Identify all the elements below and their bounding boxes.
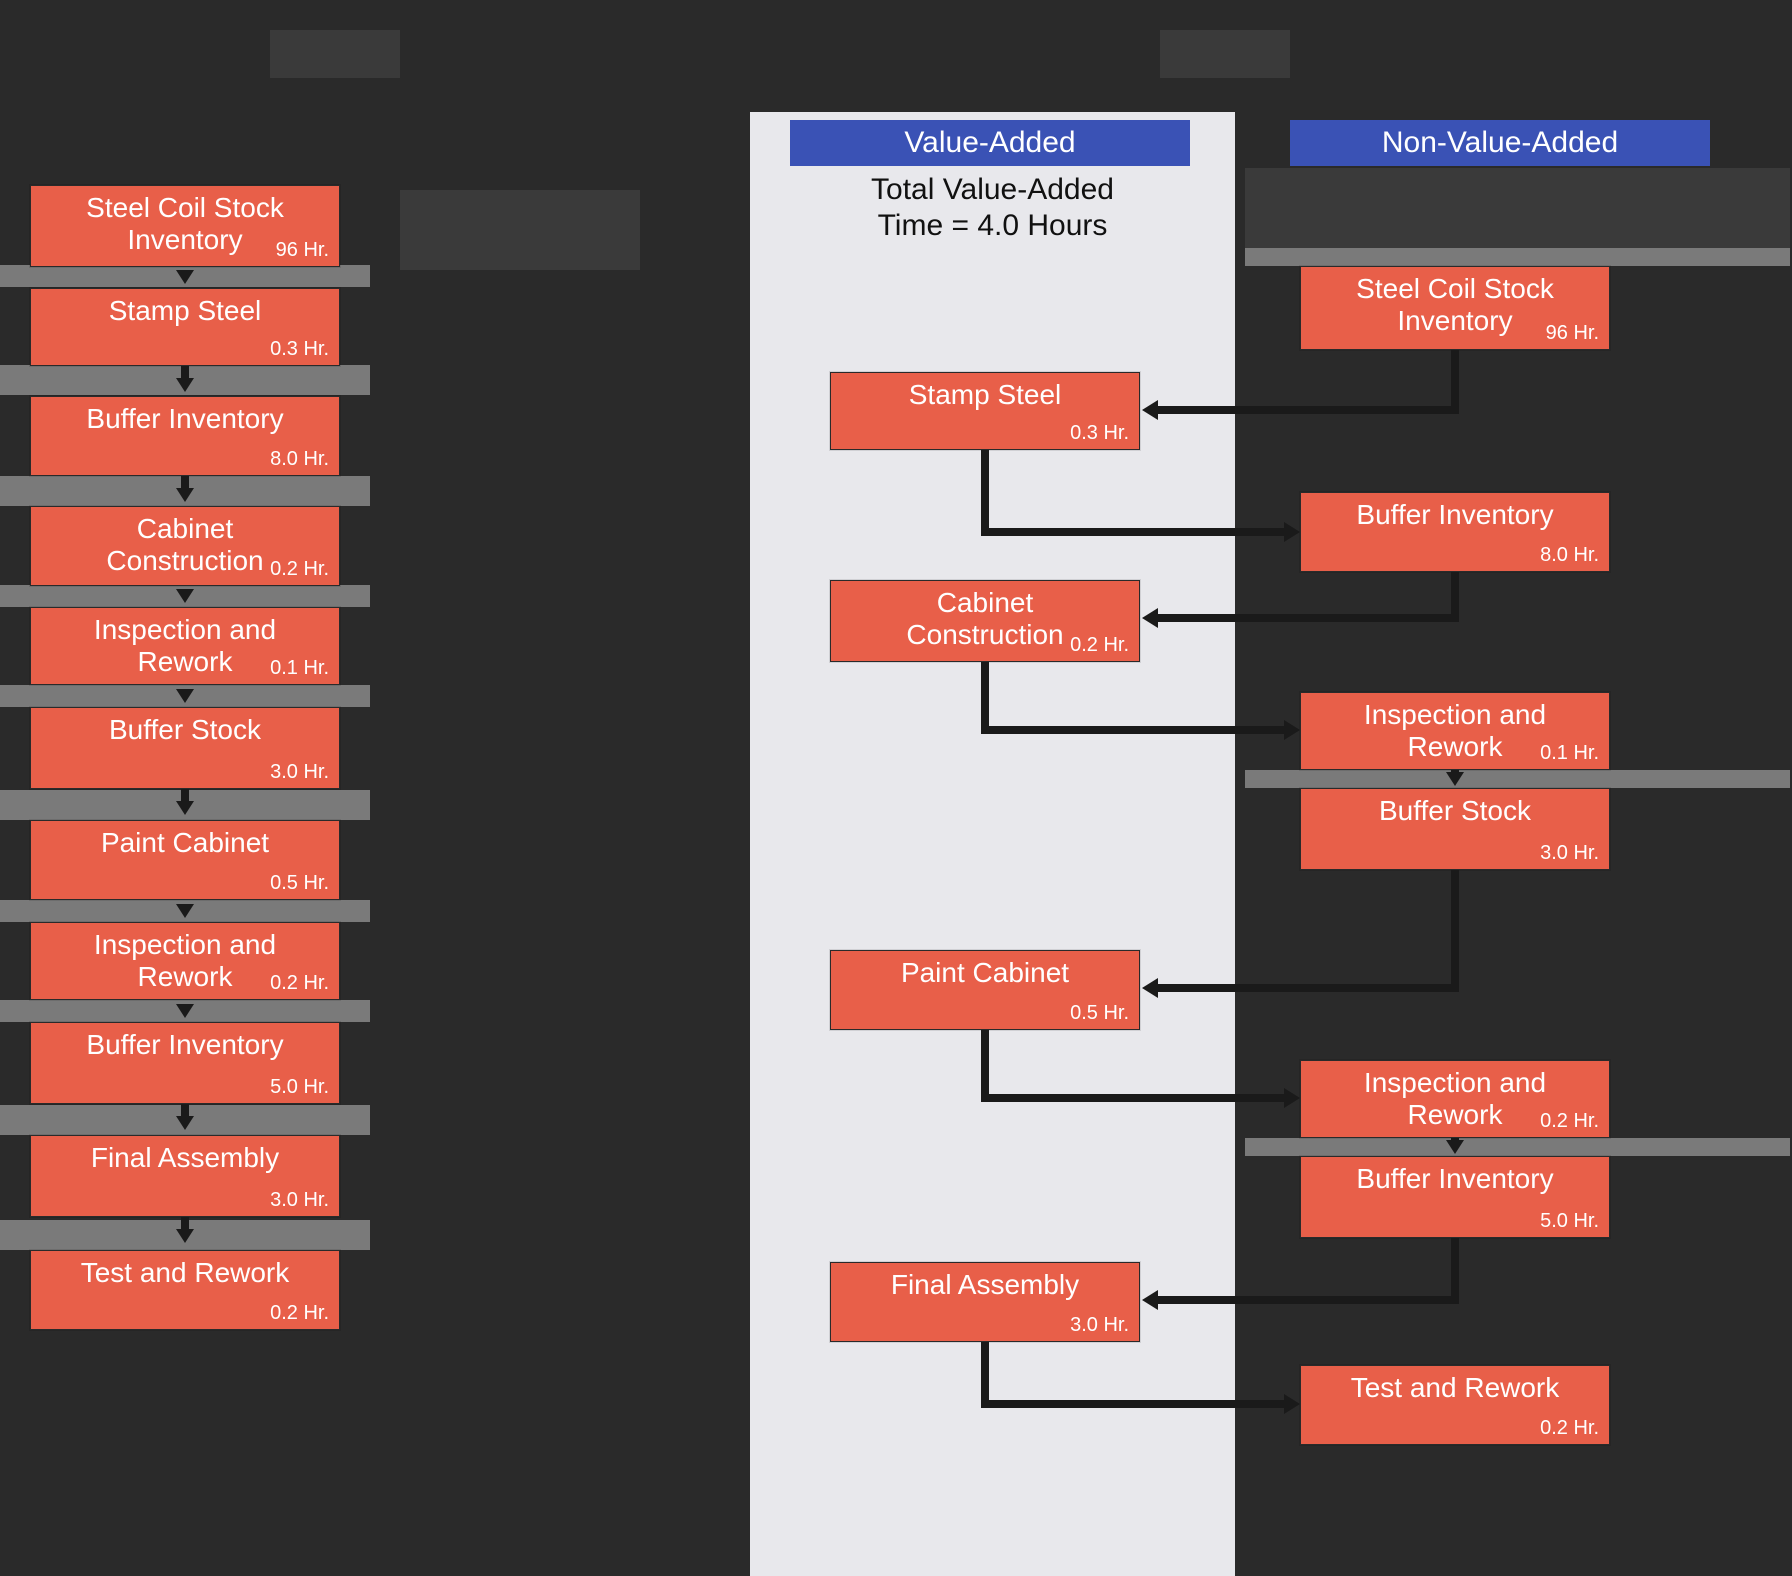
arrow-down-icon (176, 801, 194, 815)
box-duration: 0.3 Hr. (1070, 422, 1129, 445)
nva-total-block (1245, 168, 1790, 248)
redacted-text-block (400, 190, 640, 270)
redacted-label-left (270, 30, 400, 78)
arrow-down-icon (1446, 1140, 1464, 1154)
box-duration: 0.3 Hr. (270, 338, 329, 361)
va-paint-cabinet: Paint Cabinet 0.5 Hr. (830, 950, 1140, 1030)
left-step-steel-coil: Steel Coil StockInventory 96 Hr. (30, 185, 340, 267)
header-label: Non-Value-Added (1382, 126, 1618, 159)
left-step-buffer-inventory-2: Buffer Inventory 5.0 Hr. (30, 1022, 340, 1104)
box-duration: 5.0 Hr. (1540, 1210, 1599, 1233)
nva-test-rework: Test and Rework 0.2 Hr. (1300, 1365, 1610, 1445)
arrow-down-icon (176, 589, 194, 603)
right-gray-band (1245, 248, 1790, 266)
box-title: Paint Cabinet (31, 821, 339, 859)
box-duration: 3.0 Hr. (1070, 1314, 1129, 1337)
box-duration: 8.0 Hr. (270, 448, 329, 471)
box-duration: 5.0 Hr. (270, 1076, 329, 1099)
box-title: Buffer Stock (1301, 789, 1609, 827)
nva-steel-coil: Steel Coil StockInventory 96 Hr. (1300, 266, 1610, 350)
nva-buffer-inventory-1: Buffer Inventory 8.0 Hr. (1300, 492, 1610, 572)
nva-buffer-inventory-2: Buffer Inventory 5.0 Hr. (1300, 1156, 1610, 1238)
arrow-down-icon (176, 904, 194, 918)
arrow-down-icon (176, 1229, 194, 1243)
box-duration: 0.1 Hr. (1540, 742, 1599, 765)
arrow-down-icon (176, 378, 194, 392)
header-non-value-added: Non-Value-Added (1290, 120, 1710, 166)
nva-inspection-1: Inspection andRework 0.1 Hr. (1300, 692, 1610, 770)
value-added-panel: Total Value-Added Time = 4.0 Hours (750, 112, 1235, 1576)
left-step-inspection-2: Inspection andRework 0.2 Hr. (30, 922, 340, 1000)
box-duration: 3.0 Hr. (270, 1189, 329, 1212)
box-duration: 0.2 Hr. (1070, 634, 1129, 657)
arrow-down-icon (1446, 772, 1464, 786)
nva-inspection-2: Inspection andRework 0.2 Hr. (1300, 1060, 1610, 1138)
arrow-down-icon (176, 488, 194, 502)
box-title: Final Assembly (31, 1136, 339, 1174)
arrow-down-icon (176, 270, 194, 284)
box-duration: 0.5 Hr. (270, 872, 329, 895)
arrow-down-icon (176, 1116, 194, 1130)
left-step-test-rework: Test and Rework 0.2 Hr. (30, 1250, 340, 1330)
box-title: Paint Cabinet (831, 951, 1139, 989)
box-duration: 3.0 Hr. (270, 761, 329, 784)
box-title: Buffer Inventory (31, 1023, 339, 1061)
left-step-paint-cabinet: Paint Cabinet 0.5 Hr. (30, 820, 340, 900)
left-step-cabinet-construction: CabinetConstruction 0.2 Hr. (30, 506, 340, 586)
right-gray-band (1245, 1138, 1790, 1156)
box-duration: 96 Hr. (1546, 322, 1599, 345)
va-cabinet-construction: CabinetConstruction 0.2 Hr. (830, 580, 1140, 662)
va-final-assembly: Final Assembly 3.0 Hr. (830, 1262, 1140, 1342)
box-title: Buffer Inventory (1301, 1157, 1609, 1195)
nva-buffer-stock: Buffer Stock 3.0 Hr. (1300, 788, 1610, 870)
va-total-line2: Time = 4.0 Hours (878, 209, 1108, 242)
va-total-line1: Total Value-Added (871, 173, 1114, 206)
box-duration: 0.2 Hr. (1540, 1417, 1599, 1440)
left-step-final-assembly: Final Assembly 3.0 Hr. (30, 1135, 340, 1217)
arrow-down-icon (176, 1004, 194, 1018)
box-duration: 0.2 Hr. (270, 972, 329, 995)
box-title: Stamp Steel (31, 289, 339, 327)
header-value-added: Value-Added (790, 120, 1190, 166)
box-duration: 0.2 Hr. (270, 558, 329, 581)
box-duration: 3.0 Hr. (1540, 842, 1599, 865)
box-title: Test and Rework (31, 1251, 339, 1289)
va-stamp-steel: Stamp Steel 0.3 Hr. (830, 372, 1140, 450)
left-step-stamp-steel: Stamp Steel 0.3 Hr. (30, 288, 340, 366)
box-duration: 8.0 Hr. (1540, 544, 1599, 567)
box-title: Test and Rework (1301, 1366, 1609, 1404)
box-duration: 96 Hr. (276, 239, 329, 262)
box-title: Buffer Stock (31, 708, 339, 746)
arrow-down-icon (176, 689, 194, 703)
box-title: Buffer Inventory (1301, 493, 1609, 531)
box-duration: 0.2 Hr. (270, 1302, 329, 1325)
box-title: Stamp Steel (831, 373, 1139, 411)
box-duration: 0.5 Hr. (1070, 1002, 1129, 1025)
box-title: Final Assembly (831, 1263, 1139, 1301)
diagram-stage: Steel Coil StockInventory 96 Hr. Stamp S… (0, 0, 1792, 1576)
box-duration: 0.2 Hr. (1540, 1110, 1599, 1133)
left-step-buffer-stock: Buffer Stock 3.0 Hr. (30, 707, 340, 789)
box-title: Buffer Inventory (31, 397, 339, 435)
right-gray-band (1245, 770, 1790, 788)
header-label: Value-Added (904, 126, 1075, 159)
redacted-label-right (1160, 30, 1290, 78)
box-duration: 0.1 Hr. (270, 657, 329, 680)
left-step-buffer-inventory-1: Buffer Inventory 8.0 Hr. (30, 396, 340, 476)
value-added-total: Total Value-Added Time = 4.0 Hours (750, 172, 1235, 244)
left-step-inspection-1: Inspection andRework 0.1 Hr. (30, 607, 340, 685)
